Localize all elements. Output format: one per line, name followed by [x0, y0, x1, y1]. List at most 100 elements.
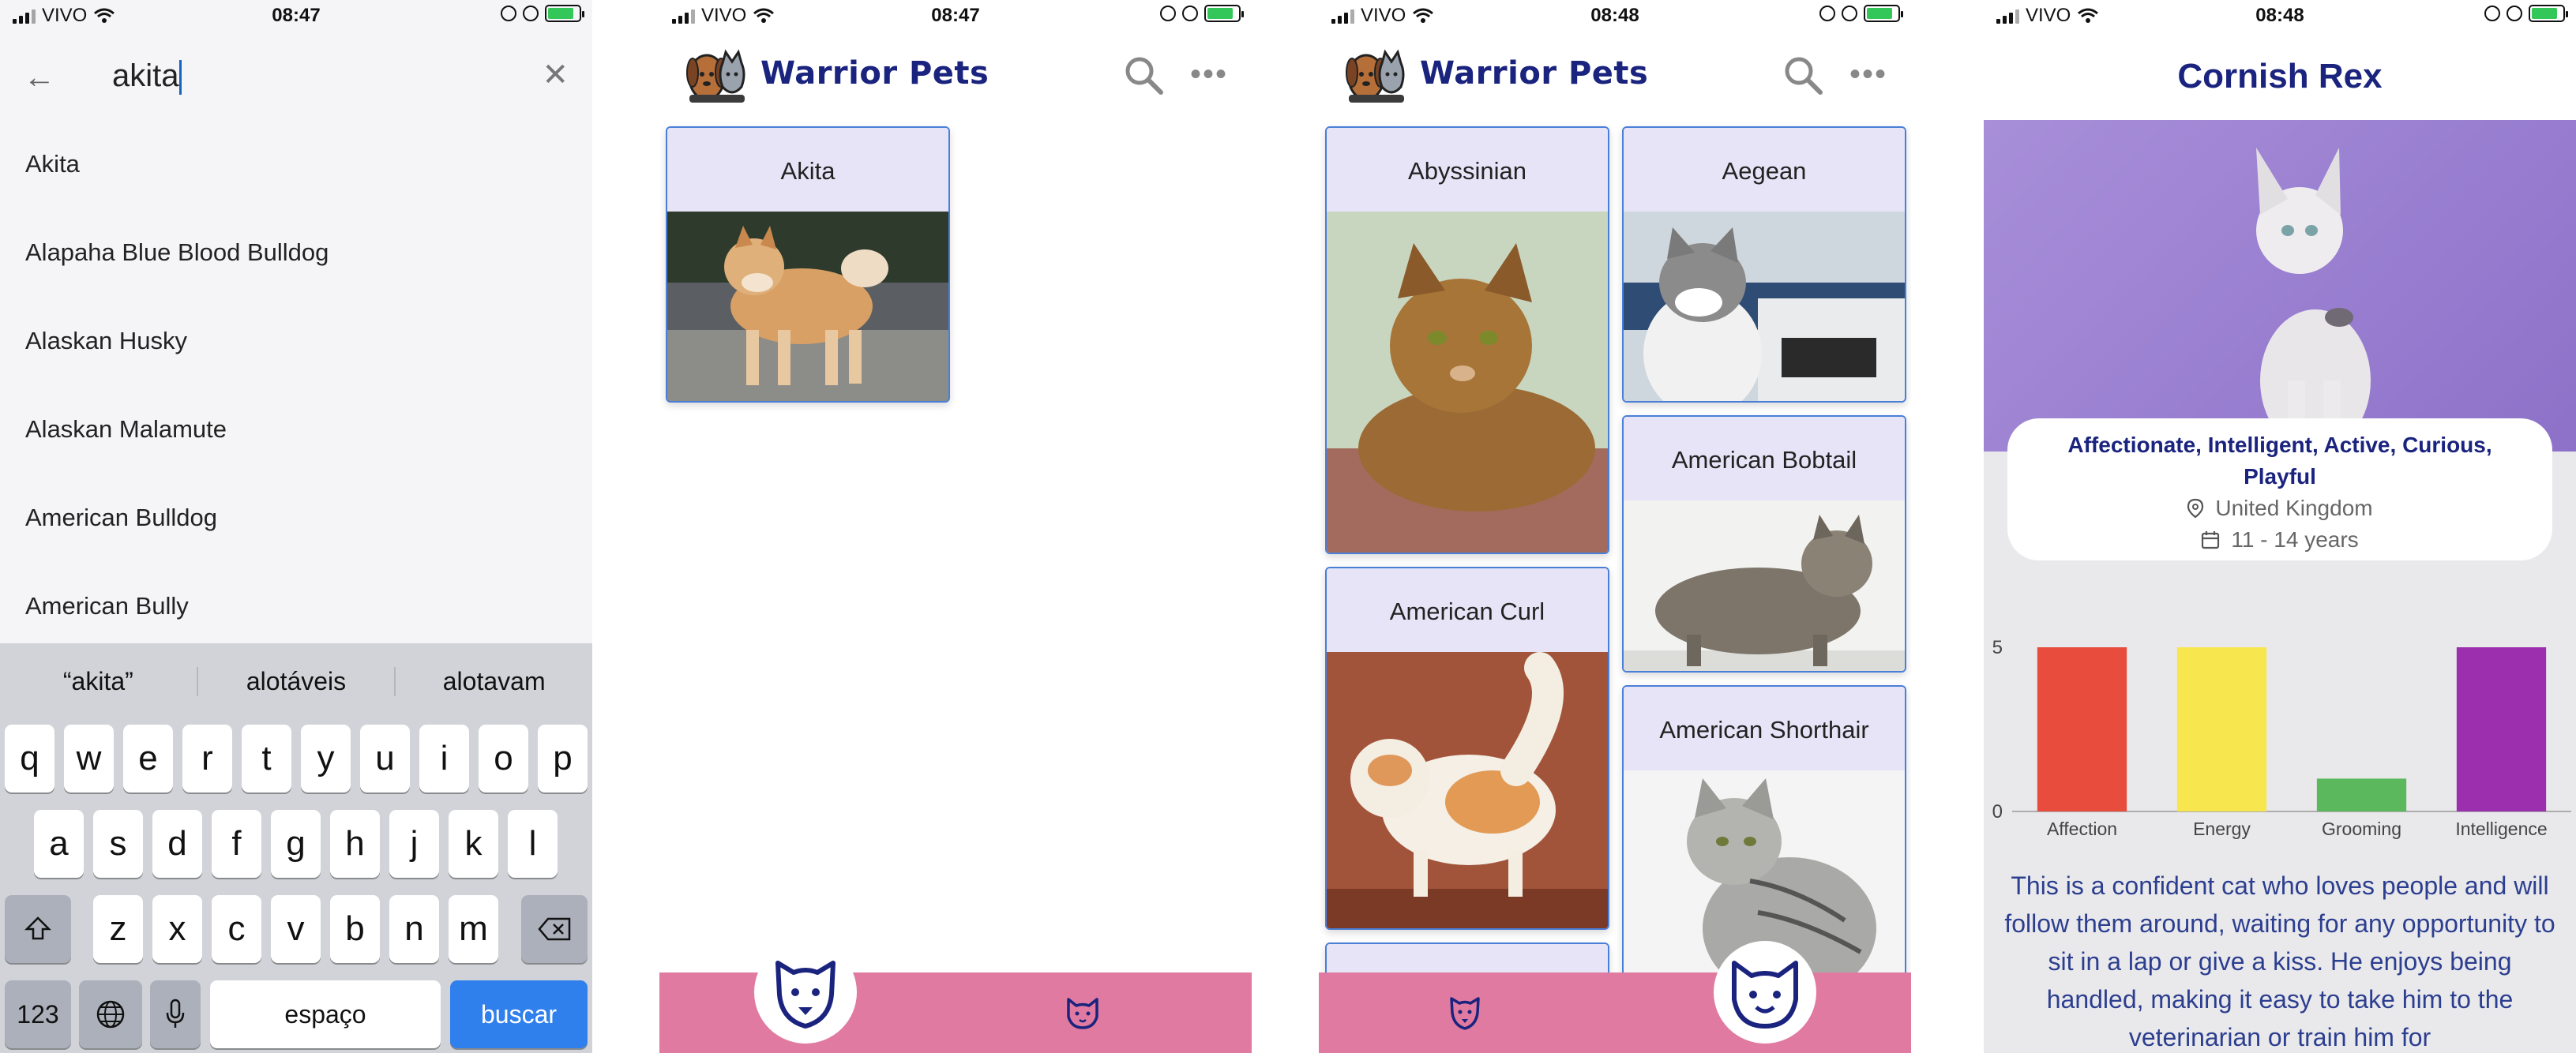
y-tick-label: 0 — [1992, 801, 2003, 823]
breed-detail-screen: VIVO 08:48 Cornish Rex Affectionate, Int… — [1984, 0, 2576, 1053]
battery-icon — [2529, 5, 2568, 22]
battery-icon — [1204, 5, 1244, 22]
keyboard: “akita” alotáveis alotavam q w e r t y u… — [0, 643, 592, 1053]
lock-rotation-icon — [1160, 6, 1176, 21]
key-t[interactable]: t — [242, 725, 291, 793]
alarm-icon — [1842, 6, 1857, 21]
suggestion-list: Akita Alapaha Blue Blood Bulldog Alaskan… — [0, 120, 592, 650]
search-key[interactable]: buscar — [450, 980, 588, 1048]
lock-rotation-icon — [1819, 6, 1835, 21]
search-input[interactable]: akita — [112, 58, 182, 96]
key-f[interactable]: f — [212, 810, 261, 878]
breed-card[interactable]: Akita — [666, 126, 950, 403]
key-d[interactable]: d — [152, 810, 202, 878]
shift-key[interactable] — [5, 895, 71, 963]
alarm-icon — [1182, 6, 1198, 21]
key-h[interactable]: h — [330, 810, 380, 878]
temperament-text: Affectionate, Intelligent, Active, Curio… — [2067, 433, 2492, 489]
key-a[interactable]: a — [34, 810, 84, 878]
status-bar: VIVO 08:47 — [0, 0, 592, 33]
dog-results-screen: VIVO 08:47 Warrior Pets ••• Akita — [659, 0, 1252, 1053]
search-icon[interactable] — [1122, 54, 1165, 96]
life-span-text: 11 - 14 years — [2231, 527, 2359, 552]
prediction-item[interactable]: alotavam — [396, 667, 592, 696]
space-key[interactable]: espaço — [210, 980, 441, 1048]
x-tick-label: Energy — [2193, 819, 2251, 839]
status-bar: VIVO 08:47 — [659, 0, 1252, 33]
suggestion-item[interactable]: American Bulldog — [0, 474, 592, 562]
more-options-icon[interactable]: ••• — [1849, 57, 1887, 92]
search-bar: ← akita ✕ — [0, 33, 592, 120]
key-r[interactable]: r — [182, 725, 232, 793]
nav-cats-tab[interactable] — [1057, 987, 1108, 1037]
key-x[interactable]: x — [152, 895, 202, 963]
dictation-key[interactable] — [150, 980, 201, 1048]
prediction-item[interactable]: alotáveis — [198, 666, 396, 696]
key-p[interactable]: p — [538, 725, 588, 793]
nav-dogs-tab[interactable] — [754, 941, 857, 1044]
battery-icon — [1864, 5, 1903, 22]
numbers-key[interactable]: 123 — [5, 980, 71, 1048]
american-bobtail-photo — [1624, 500, 1905, 671]
prediction-bar: “akita” alotáveis alotavam — [0, 643, 592, 719]
suggestion-item[interactable]: Alaskan Malamute — [0, 385, 592, 474]
backspace-key[interactable] — [521, 895, 588, 963]
breed-card-title: Aegean — [1624, 128, 1905, 215]
more-options-icon[interactable]: ••• — [1190, 57, 1228, 92]
breed-card-title: Abyssinian — [1327, 128, 1608, 215]
clear-icon[interactable]: ✕ — [542, 57, 569, 93]
backspace-icon — [538, 917, 571, 941]
key-q[interactable]: q — [5, 725, 54, 793]
abyssinian-photo — [1327, 212, 1608, 553]
key-z[interactable]: z — [93, 895, 143, 963]
nav-dogs-tab[interactable] — [1440, 987, 1490, 1037]
nav-cats-tab[interactable] — [1714, 941, 1816, 1044]
bar-grooming — [2316, 778, 2407, 811]
cat-list-screen: VIVO 08:48 Warrior Pets ••• Abyssinian A… — [1319, 0, 1911, 1053]
suggestion-item[interactable]: Alapaha Blue Blood Bulldog — [0, 208, 592, 297]
app-title: Warrior Pets — [1420, 55, 1649, 92]
suggestion-item[interactable]: American Bully — [0, 562, 592, 650]
app-title: Warrior Pets — [760, 55, 989, 92]
breed-card[interactable]: Aegean — [1622, 126, 1906, 403]
key-i[interactable]: i — [419, 725, 469, 793]
suggestion-item[interactable]: Alaskan Husky — [0, 297, 592, 385]
breed-card[interactable]: American Bobtail — [1622, 415, 1906, 673]
key-s[interactable]: s — [93, 810, 143, 878]
breed-card-title: Akita — [667, 128, 948, 215]
bar-intelligence — [2456, 647, 2547, 811]
aegean-photo — [1624, 212, 1905, 401]
prediction-item[interactable]: “akita” — [0, 666, 198, 696]
key-j[interactable]: j — [389, 810, 439, 878]
breed-card-title: American Shorthair — [1624, 687, 1905, 774]
breed-card[interactable]: American Curl — [1325, 567, 1609, 930]
key-n[interactable]: n — [389, 895, 439, 963]
suggestion-item[interactable]: Akita — [0, 120, 592, 208]
breed-description: This is a confident cat who loves people… — [2004, 871, 2555, 1051]
pets-logo-icon — [1346, 49, 1405, 103]
key-v[interactable]: v — [271, 895, 321, 963]
key-m[interactable]: m — [449, 895, 498, 963]
key-c[interactable]: c — [212, 895, 261, 963]
search-icon[interactable] — [1782, 54, 1824, 96]
key-o[interactable]: o — [479, 725, 528, 793]
key-g[interactable]: g — [271, 810, 321, 878]
lock-rotation-icon — [2484, 6, 2500, 21]
microphone-icon — [166, 999, 185, 1028]
back-arrow-icon[interactable]: ← — [24, 60, 55, 96]
key-l[interactable]: l — [508, 810, 558, 878]
key-w[interactable]: w — [64, 725, 114, 793]
breed-card[interactable]: Abyssinian — [1325, 126, 1609, 554]
key-e[interactable]: e — [123, 725, 173, 793]
key-y[interactable]: y — [301, 725, 351, 793]
key-b[interactable]: b — [330, 895, 380, 963]
cornish-rex-photo — [2256, 148, 2371, 452]
breed-card-title: American Bobtail — [1624, 417, 1905, 504]
lock-rotation-icon — [501, 6, 516, 21]
status-bar: VIVO 08:48 — [1984, 0, 2576, 33]
globe-key[interactable] — [79, 980, 142, 1048]
y-tick-label: 5 — [1992, 637, 2003, 658]
breed-stats-chart: 0 5 Affection Energy Grooming Intelligence — [1992, 637, 2571, 839]
key-u[interactable]: u — [360, 725, 410, 793]
key-k[interactable]: k — [449, 810, 498, 878]
